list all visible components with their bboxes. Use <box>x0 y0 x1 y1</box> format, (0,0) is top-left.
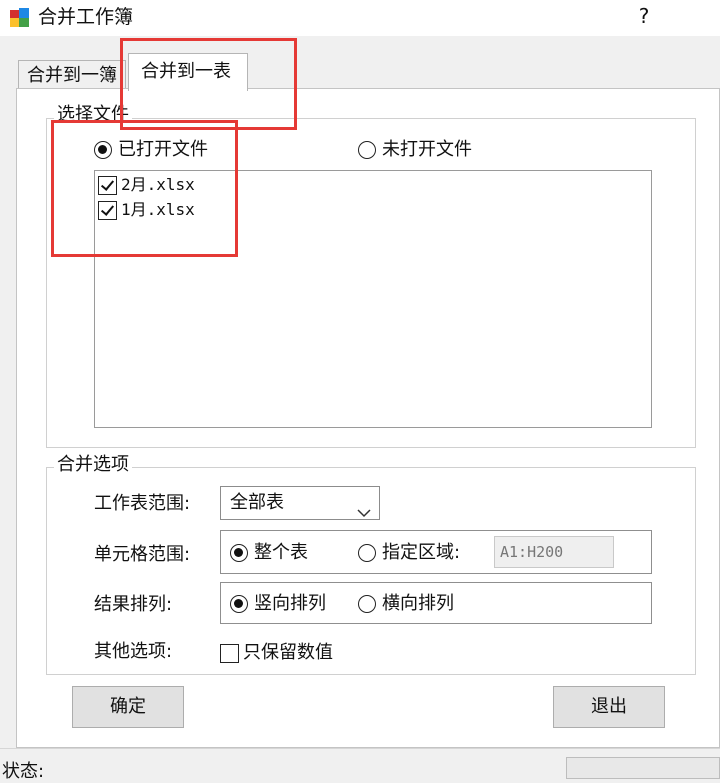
status-label: 状态: <box>2 761 45 782</box>
radio-unselected-icon <box>358 595 376 613</box>
cell-range-label: 单元格范围: <box>94 544 191 565</box>
values-only-label: 只保留数值 <box>243 642 333 663</box>
radio-vertical-label: 竖向排列 <box>254 593 326 614</box>
radio-unopened-files-label: 未打开文件 <box>382 139 472 160</box>
other-options-label: 其他选项: <box>94 641 173 662</box>
radio-unopened-files[interactable]: 未打开文件 <box>358 139 472 161</box>
result-order-label: 结果排列: <box>94 594 173 615</box>
radio-horizontal-label: 横向排列 <box>382 593 454 614</box>
radio-whole-sheet-label: 整个表 <box>254 542 308 563</box>
range-input[interactable]: A1:H200 <box>494 536 614 568</box>
highlight-box-files <box>51 120 238 257</box>
radio-selected-icon <box>230 595 248 613</box>
status-bar: 状态: <box>0 748 720 782</box>
sheet-range-label: 工作表范围: <box>94 493 191 514</box>
radio-specified-range[interactable]: 指定区域: <box>358 542 460 564</box>
ok-button[interactable]: 确定 <box>72 686 184 728</box>
radio-unselected-icon <box>358 544 376 562</box>
app-icon <box>10 8 30 28</box>
checkbox-unchecked-icon <box>220 643 239 663</box>
radio-horizontal[interactable]: 横向排列 <box>358 593 454 615</box>
chevron-down-icon <box>357 497 371 529</box>
sheet-range-select[interactable]: 全部表 <box>220 486 380 520</box>
help-button[interactable]: ? <box>630 3 658 31</box>
radio-selected-icon <box>230 544 248 562</box>
sheet-range-value: 全部表 <box>230 492 284 513</box>
window-title: 合并工作簿 <box>38 6 134 28</box>
radio-unselected-icon <box>358 141 376 159</box>
radio-specified-range-label: 指定区域: <box>382 542 461 563</box>
exit-button[interactable]: 退出 <box>553 686 665 728</box>
title-bar: 合并工作簿 ? <box>0 0 720 36</box>
merge-options-legend: 合并选项 <box>54 454 132 476</box>
tab-merge-to-workbook[interactable]: 合并到一簿 <box>18 60 126 90</box>
values-only-checkbox[interactable]: 只保留数值 <box>220 642 333 664</box>
radio-whole-sheet[interactable]: 整个表 <box>230 542 308 564</box>
status-field <box>566 757 720 779</box>
highlight-box-tab <box>120 38 297 130</box>
radio-vertical[interactable]: 竖向排列 <box>230 593 326 615</box>
